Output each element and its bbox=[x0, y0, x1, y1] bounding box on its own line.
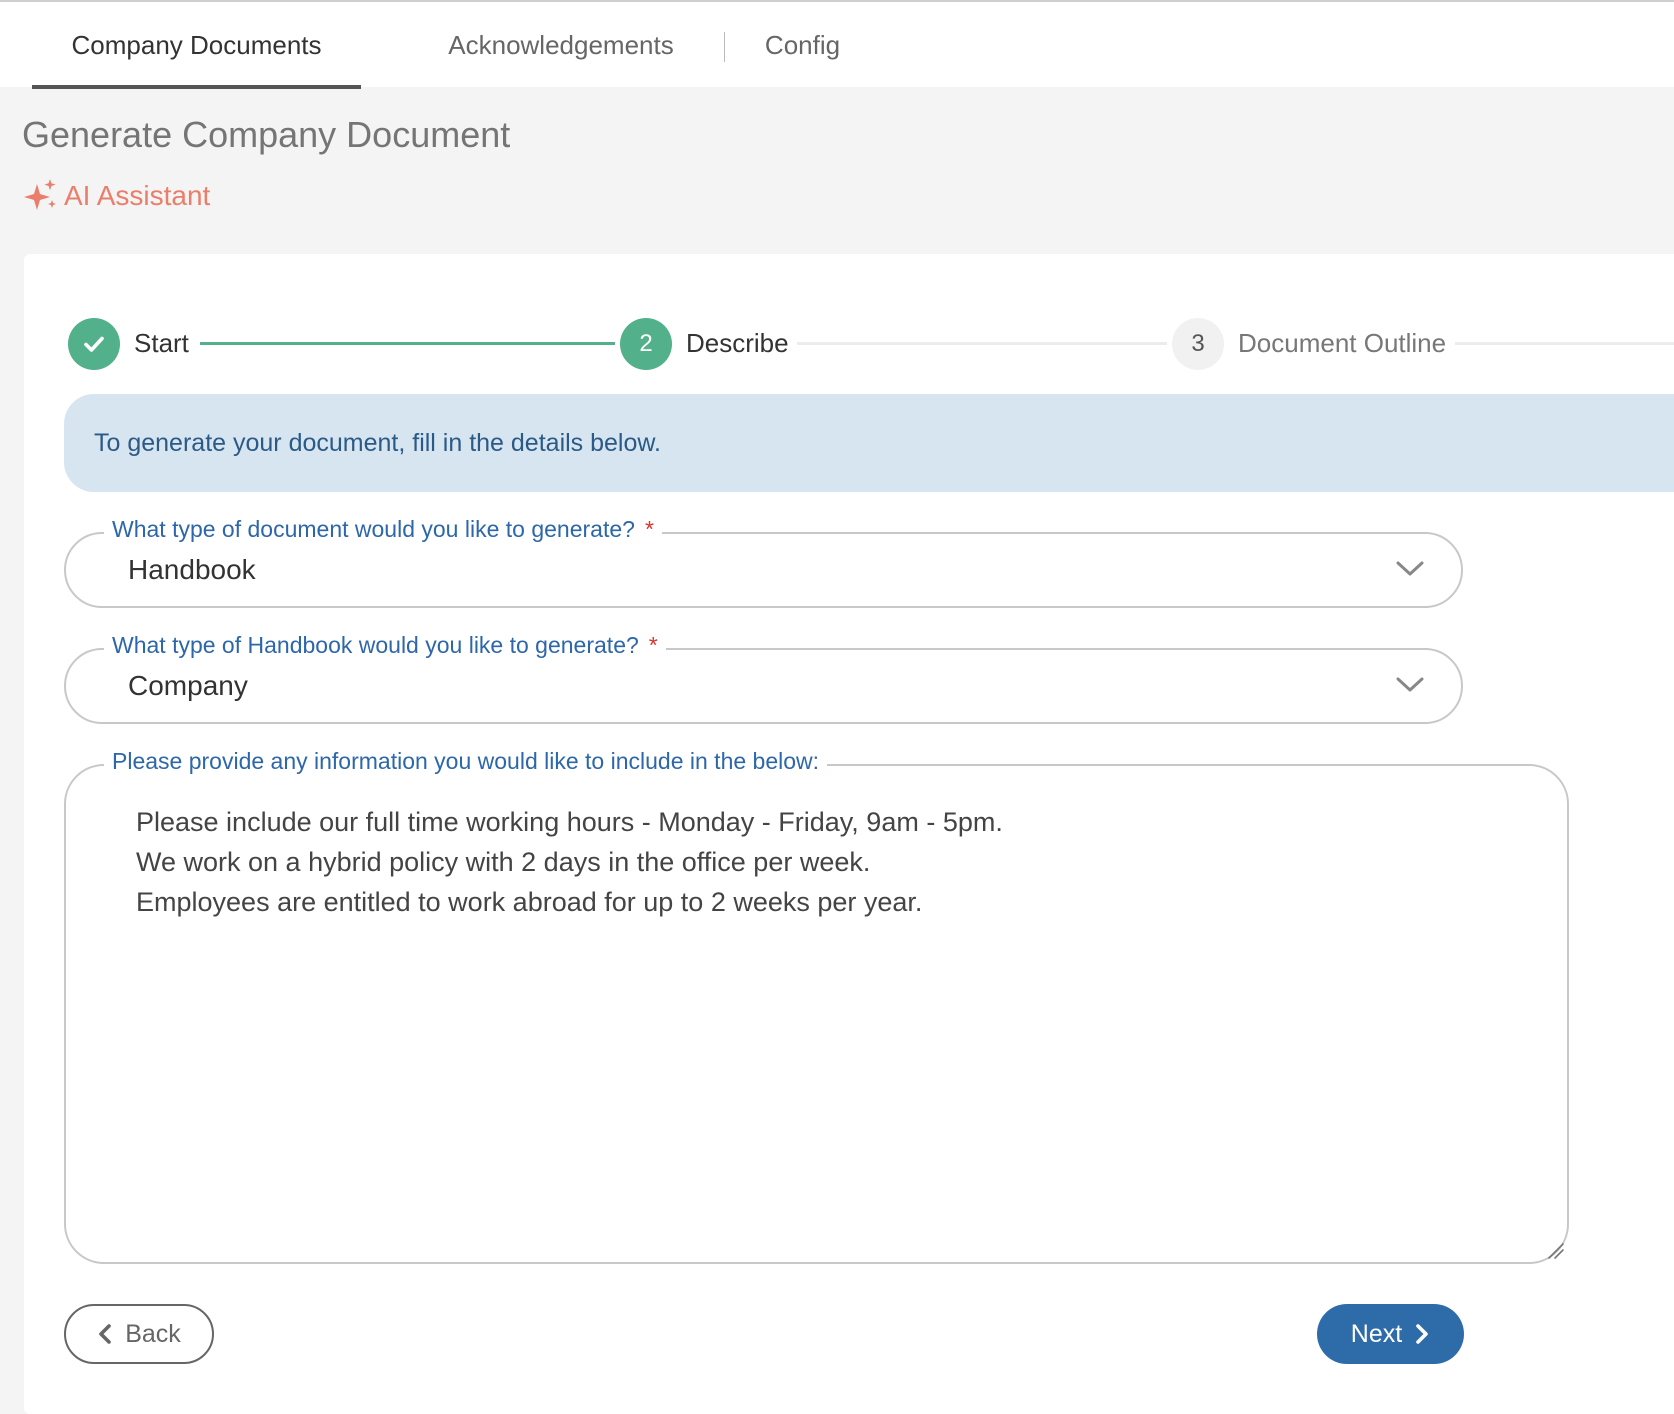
chevron-down-icon bbox=[1396, 677, 1424, 692]
tab-label: Config bbox=[764, 30, 841, 60]
info-banner: To generate your document, fill in the d… bbox=[64, 394, 1674, 492]
document-type-legend: What type of document would you like to … bbox=[104, 516, 662, 543]
handbook-type-legend: What type of Handbook would you like to … bbox=[104, 632, 666, 659]
resize-handle-icon[interactable] bbox=[1543, 1238, 1565, 1260]
back-button-label: Back bbox=[125, 1319, 181, 1348]
step-describe-circle: 2 bbox=[620, 318, 672, 370]
next-button[interactable]: Next bbox=[1317, 1304, 1464, 1364]
details-line: We work on a hybrid policy with 2 days i… bbox=[136, 847, 871, 877]
details-line: Employees are entitled to work abroad fo… bbox=[136, 887, 923, 917]
chevron-down-icon bbox=[1396, 561, 1424, 576]
check-icon bbox=[84, 336, 104, 352]
tab-acknowledgements[interactable]: Acknowledgements bbox=[430, 2, 692, 89]
chevron-left-icon bbox=[99, 1324, 112, 1344]
details-label: Please provide any information you would… bbox=[112, 748, 820, 774]
ai-assistant-link[interactable]: AI Assistant bbox=[22, 178, 210, 214]
tab-company-documents[interactable]: Company Documents bbox=[32, 2, 361, 89]
tab-config[interactable]: Config bbox=[750, 2, 855, 89]
details-textarea[interactable]: Please provide any information you would… bbox=[64, 748, 1569, 1264]
step-connector-pending bbox=[797, 342, 1167, 345]
sparkle-icon bbox=[24, 179, 56, 210]
step-connector-pending bbox=[1455, 342, 1674, 345]
chevron-right-icon bbox=[1416, 1324, 1429, 1344]
info-message: To generate your document, fill in the d… bbox=[94, 428, 662, 457]
back-button[interactable]: Back bbox=[64, 1304, 214, 1364]
step-start-circle bbox=[68, 318, 120, 370]
next-button-label: Next bbox=[1350, 1319, 1403, 1348]
details-line: Please include our full time working hou… bbox=[136, 807, 1003, 837]
required-asterisk: * bbox=[648, 632, 658, 658]
tab-divider bbox=[724, 32, 725, 62]
handbook-type-value: Company bbox=[128, 670, 248, 701]
step-outline-circle: 3 bbox=[1172, 318, 1224, 370]
required-asterisk: * bbox=[644, 516, 654, 542]
ai-assistant-label: AI Assistant bbox=[64, 180, 211, 211]
document-type-label: What type of document would you like to … bbox=[112, 516, 635, 542]
tab-label: Acknowledgements bbox=[448, 30, 674, 60]
document-type-value: Handbook bbox=[128, 554, 256, 585]
handbook-type-select[interactable]: What type of Handbook would you like to … bbox=[64, 632, 1463, 724]
step-connector-completed bbox=[200, 342, 615, 345]
step-outline-label: Document Outline bbox=[1238, 328, 1447, 358]
tab-label: Company Documents bbox=[71, 30, 322, 60]
step-describe-label: Describe bbox=[686, 328, 789, 358]
step-start-label: Start bbox=[134, 328, 189, 358]
page-title: Generate Company Document bbox=[22, 114, 511, 155]
details-legend: Please provide any information you would… bbox=[104, 748, 828, 775]
details-text: Please include our full time working hou… bbox=[136, 802, 1527, 922]
handbook-type-label: What type of Handbook would you like to … bbox=[112, 632, 639, 658]
tab-bar: Company Documents Acknowledgements Confi… bbox=[0, 0, 1674, 89]
document-type-select[interactable]: What type of document would you like to … bbox=[64, 516, 1463, 608]
